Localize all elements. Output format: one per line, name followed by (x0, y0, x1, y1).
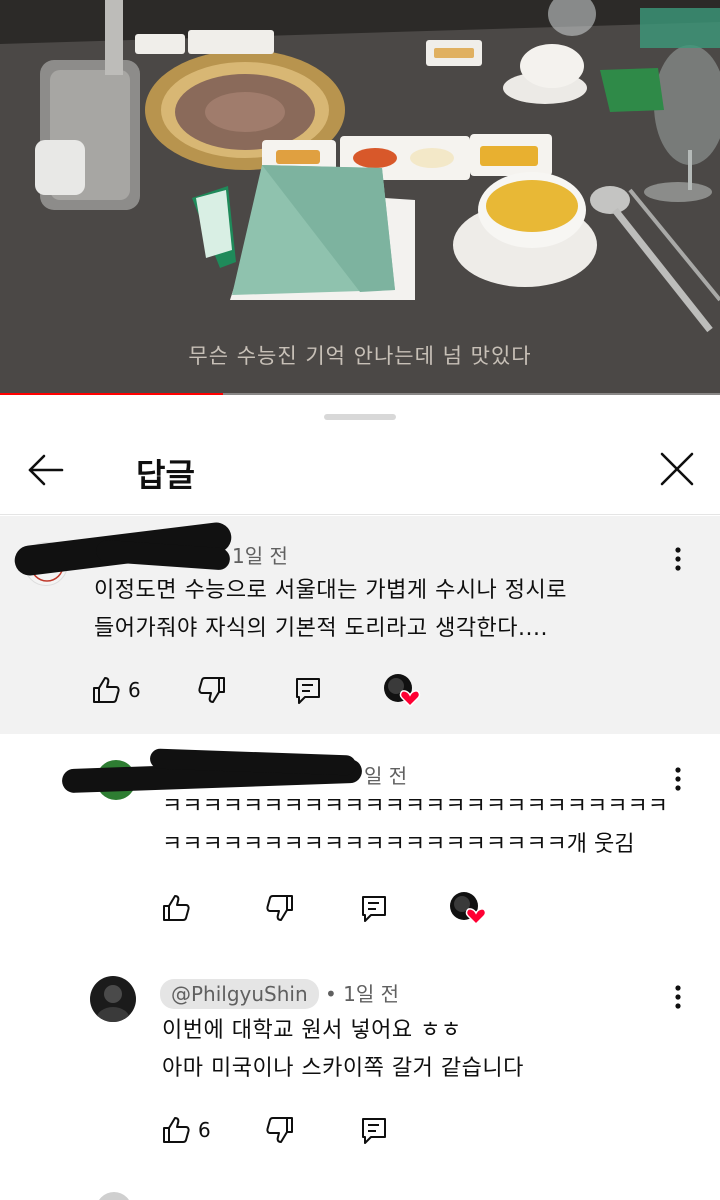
reply-comment: 일 전 ㅋㅋㅋㅋㅋㅋㅋㅋㅋㅋㅋㅋㅋㅋㅋㅋㅋㅋㅋㅋㅋㅋㅋㅋㅋ ㅋㅋㅋㅋㅋㅋㅋㅋㅋㅋ… (0, 748, 720, 948)
video-progress-fill (0, 393, 224, 395)
drag-handle[interactable] (324, 414, 396, 420)
creator-heart-icon (384, 674, 421, 708)
dislike-button[interactable] (196, 672, 228, 708)
sheet-header: 답글 (0, 432, 720, 512)
reply-button[interactable] (358, 890, 390, 926)
like-button[interactable] (160, 890, 198, 926)
thumbs-up-icon (163, 895, 190, 921)
like-button[interactable]: 6 (90, 672, 141, 708)
close-icon (660, 452, 694, 486)
creator-heart-icon (450, 892, 487, 926)
reply-comment: @PhilgyuShin • 1일 전 이번에 대학교 원서 넣어요 ㅎㅎ 아마… (0, 970, 720, 1170)
dislike-button[interactable] (264, 890, 296, 926)
sheet-title: 답글 (136, 456, 195, 494)
reply-button[interactable] (292, 672, 324, 708)
comment-line: 들어가줘야 자식의 기본적 도리라고 생각한다.... (94, 616, 549, 641)
more-options-button[interactable] (666, 764, 690, 794)
video-player[interactable]: 무슨 수능진 기억 안나는데 넘 맛있다 (0, 0, 720, 395)
reply-icon (362, 896, 386, 922)
reply-icon (362, 1118, 386, 1144)
back-button[interactable] (24, 448, 68, 492)
comment-line: ㅋㅋㅋㅋㅋㅋㅋㅋㅋㅋㅋㅋㅋㅋㅋㅋㅋㅋㅋㅋㅋㅋㅋㅋㅋ (162, 794, 669, 819)
avatar[interactable] (90, 976, 136, 1022)
video-frame-image (0, 0, 720, 395)
avatar[interactable] (96, 1192, 132, 1200)
comment-text: 이번에 대학교 원서 넣어요 ㅎㅎ 아마 미국이나 스카이쪽 갈거 같습니다 (162, 1012, 524, 1088)
more-options-button[interactable] (666, 982, 690, 1012)
creator-heart-badge (382, 672, 422, 708)
comment-time: • 1일 전 (325, 982, 400, 1006)
video-subtitle: 무슨 수능진 기억 안나는데 넘 맛있다 (188, 344, 532, 368)
video-progress-bar[interactable] (0, 393, 720, 395)
comment-text: 이정도면 수능으로 서울대는 가볍게 수시나 정시로 들어가줘야 자식의 기본적… (94, 572, 567, 648)
thumbs-down-icon (198, 677, 225, 703)
comment-line: 이번에 대학교 원서 넣어요 ㅎㅎ (162, 1018, 462, 1043)
more-options-button[interactable] (666, 544, 690, 574)
reply-button[interactable] (358, 1112, 390, 1148)
comment-actions: 6 (90, 672, 450, 712)
avatar-image (96, 985, 130, 1022)
creator-heart-badge (448, 890, 488, 926)
kebab-icon (675, 767, 681, 791)
close-button[interactable] (654, 446, 700, 492)
like-button[interactable]: 6 (160, 1112, 211, 1148)
comment-actions (160, 890, 520, 930)
kebab-icon (675, 547, 681, 571)
comment-line: ㅋㅋㅋㅋㅋㅋㅋㅋㅋㅋㅋㅋㅋㅋㅋㅋㅋㅋㅋㅋ개 웃김 (162, 832, 635, 857)
comment-text: ㅋㅋㅋㅋㅋㅋㅋㅋㅋㅋㅋㅋㅋㅋㅋㅋㅋㅋㅋㅋㅋㅋㅋㅋㅋ ㅋㅋㅋㅋㅋㅋㅋㅋㅋㅋㅋㅋㅋㅋ… (162, 788, 668, 864)
thumbs-down-icon (266, 895, 293, 921)
thumbs-down-icon (266, 1117, 293, 1143)
dislike-button[interactable] (264, 1112, 296, 1148)
comment-meta: @PhilgyuShin • 1일 전 (160, 978, 399, 1009)
comment-actions: 6 (160, 1112, 460, 1152)
comment-time: 1일 전 (232, 544, 288, 568)
parent-comment: 1일 전 이정도면 수능으로 서울대는 가볍게 수시나 정시로 들어가줘야 자식… (0, 516, 720, 734)
kebab-icon (675, 985, 681, 1009)
replies-sheet: 답글 1일 전 이정도면 수능으로 서울대는 가볍게 수시나 정시로 들어가줘야… (0, 398, 720, 1200)
thumbs-up-icon (93, 677, 120, 703)
like-count: 6 (128, 678, 141, 702)
thumbs-up-icon (163, 1117, 190, 1143)
comment-time: 일 전 (364, 764, 408, 788)
arrow-left-icon (28, 454, 64, 486)
author-handle-chip[interactable]: @PhilgyuShin (160, 979, 319, 1009)
like-count: 6 (198, 1118, 211, 1142)
comment-line: 아마 미국이나 스카이쪽 갈거 같습니다 (162, 1056, 524, 1081)
comment-line: 이정도면 수능으로 서울대는 가볍게 수시나 정시로 (94, 578, 568, 603)
header-divider (0, 514, 720, 515)
reply-icon (296, 678, 320, 704)
